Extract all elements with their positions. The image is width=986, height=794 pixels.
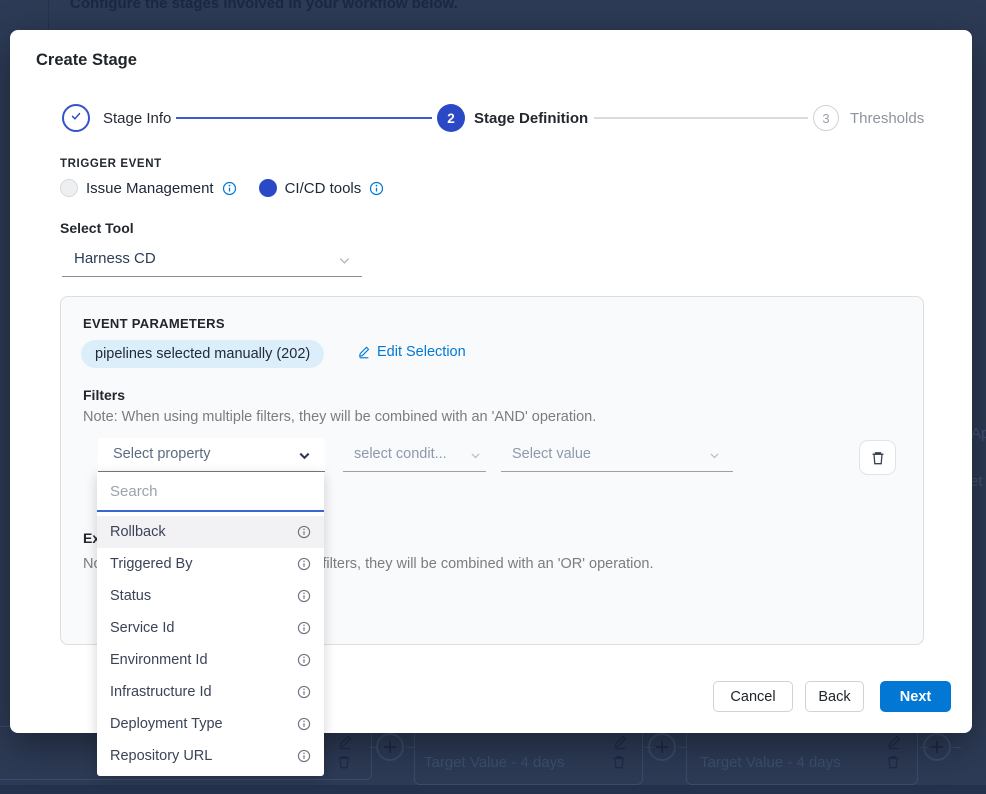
- modal-title: Create Stage: [36, 51, 137, 70]
- radio-cicd-tools[interactable]: [259, 179, 277, 197]
- info-icon[interactable]: [297, 589, 311, 603]
- step-3-indicator[interactable]: 3: [813, 105, 839, 131]
- background-footer-strip: [0, 785, 986, 794]
- dropdown-item-label: Service Id: [110, 620, 174, 636]
- screen: Configure the stages involved in your wo…: [0, 0, 986, 794]
- dropdown-item-triggered-by[interactable]: Triggered By: [97, 548, 324, 580]
- background-text-fragment: Ap: [971, 425, 986, 442]
- stepper-connector: [594, 117, 808, 119]
- info-icon[interactable]: [222, 181, 237, 196]
- step-2-label: Stage Definition: [474, 110, 588, 127]
- filters-heading: Filters: [83, 387, 125, 403]
- add-stage-icon: [648, 733, 676, 761]
- chevron-down-icon: [469, 449, 482, 462]
- edit-icon: [886, 734, 902, 750]
- info-icon[interactable]: [297, 685, 311, 699]
- chevron-down-icon: [297, 448, 312, 463]
- check-icon: [69, 109, 83, 128]
- tool-select-value: Harness CD: [74, 250, 156, 267]
- info-icon[interactable]: [297, 653, 311, 667]
- dropdown-item-repository-url[interactable]: Repository URL: [97, 740, 324, 772]
- step-1-indicator[interactable]: [62, 104, 90, 132]
- dropdown-item-label: Deployment Type: [110, 716, 223, 732]
- dropdown-item-label: Rollback: [110, 524, 166, 540]
- filters-note: Note: When using multiple filters, they …: [83, 409, 596, 425]
- dropdown-item-label: Environment Id: [110, 652, 208, 668]
- trash-icon: [870, 450, 886, 466]
- add-stage-icon: [923, 733, 951, 761]
- trash-icon: [611, 754, 627, 770]
- edit-icon: [612, 734, 628, 750]
- target-value-label: Target Value - 4 days: [424, 754, 565, 771]
- radio-issue-management[interactable]: [60, 179, 78, 197]
- background-page-heading: Configure the stages involved in your wo…: [70, 0, 458, 12]
- next-button[interactable]: Next: [880, 681, 951, 712]
- trigger-event-label: TRIGGER EVENT: [60, 158, 162, 170]
- value-select-placeholder: Select value: [512, 446, 591, 462]
- dropdown-item-label: Infrastructure Id: [110, 684, 212, 700]
- property-dropdown-menu: Rollback Triggered By Status Service Id …: [97, 472, 324, 776]
- delete-filter-button[interactable]: [859, 440, 896, 475]
- edit-icon: [337, 734, 353, 750]
- step-1-label: Stage Info: [103, 110, 171, 127]
- step-3-label: Thresholds: [850, 110, 924, 127]
- stepper-connector: [176, 117, 432, 119]
- create-stage-modal: Create Stage Stage Info 2 Stage Definiti…: [10, 30, 972, 733]
- condition-select[interactable]: select condit...: [343, 438, 486, 472]
- value-select[interactable]: Select value: [501, 438, 733, 472]
- chevron-down-icon: [337, 253, 352, 268]
- dropdown-item-environment-id[interactable]: Environment Id: [97, 644, 324, 676]
- tool-select[interactable]: Harness CD: [62, 243, 362, 277]
- background-divider: [48, 0, 49, 30]
- trash-icon: [885, 754, 901, 770]
- info-icon[interactable]: [297, 621, 311, 635]
- back-button[interactable]: Back: [805, 681, 864, 712]
- info-icon[interactable]: [297, 749, 311, 763]
- pipelines-selection-chip: pipelines selected manually (202): [81, 340, 324, 368]
- dropdown-item-deployment-type[interactable]: Deployment Type: [97, 708, 324, 740]
- dropdown-search: [97, 472, 324, 512]
- dropdown-item-infrastructure-id[interactable]: Infrastructure Id: [97, 676, 324, 708]
- step-2-indicator[interactable]: 2: [437, 104, 465, 132]
- dropdown-item-rollback[interactable]: Rollback: [97, 516, 324, 548]
- property-select[interactable]: Select property: [98, 438, 325, 472]
- radio-issue-management-label: Issue Management: [86, 180, 214, 197]
- info-icon[interactable]: [369, 181, 384, 196]
- dropdown-item-service-id[interactable]: Service Id: [97, 612, 324, 644]
- select-tool-label: Select Tool: [60, 220, 134, 236]
- edit-icon: [357, 345, 371, 359]
- add-stage-icon: [376, 733, 404, 761]
- dropdown-item-status[interactable]: Status: [97, 580, 324, 612]
- info-icon[interactable]: [297, 717, 311, 731]
- dropdown-item-label: Triggered By: [110, 556, 192, 572]
- info-icon[interactable]: [297, 525, 311, 539]
- cancel-button[interactable]: Cancel: [713, 681, 793, 712]
- dropdown-item-label: Repository URL: [110, 748, 212, 764]
- edit-selection-link[interactable]: Edit Selection: [357, 344, 466, 360]
- property-select-placeholder: Select property: [113, 446, 211, 462]
- condition-select-placeholder: select condit...: [354, 446, 447, 462]
- radio-cicd-tools-label: CI/CD tools: [285, 180, 362, 197]
- dropdown-search-input[interactable]: [97, 472, 324, 510]
- chevron-down-icon: [708, 449, 721, 462]
- target-value-label: Target Value - 4 days: [700, 754, 841, 771]
- trash-icon: [336, 754, 352, 770]
- info-icon[interactable]: [297, 557, 311, 571]
- edit-selection-label: Edit Selection: [377, 344, 466, 360]
- event-parameters-heading: EVENT PARAMETERS: [83, 316, 225, 331]
- trigger-event-options: Issue Management CI/CD tools: [60, 179, 384, 197]
- dropdown-item-label: Status: [110, 588, 151, 604]
- dropdown-list: Rollback Triggered By Status Service Id …: [97, 512, 324, 776]
